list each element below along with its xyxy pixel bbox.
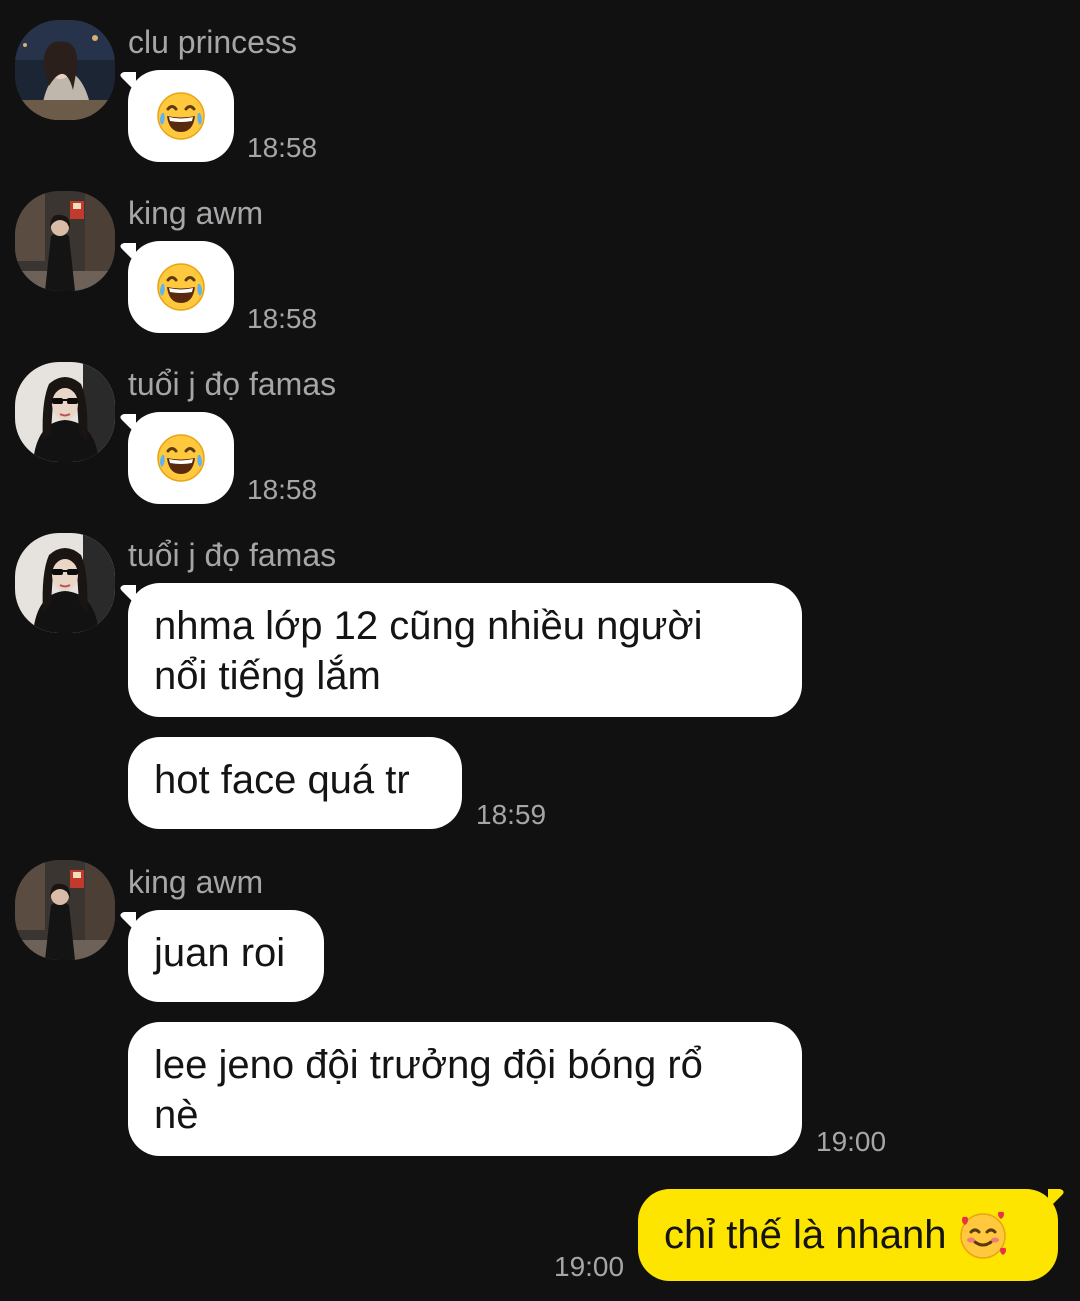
sender-name: clu princess <box>128 24 297 60</box>
avatar-tuoi-j-do-famas[interactable] <box>15 362 115 462</box>
emoji-message-bubble[interactable] <box>128 70 234 162</box>
avatar-tuoi-j-do-famas[interactable] <box>15 533 115 633</box>
message-text: chỉ thế là nhanh <box>664 1213 947 1257</box>
message-time: 18:59 <box>476 799 547 830</box>
message-text: hot face quá tr <box>154 758 410 802</box>
text-message-bubble[interactable]: nhma lớp 12 cũng nhiều người nổi tiếng l… <box>128 583 802 717</box>
avatar-clu-princess[interactable] <box>15 20 115 120</box>
avatar-king-awm[interactable] <box>15 191 115 291</box>
message-text-line: nổi tiếng lắm <box>154 654 381 698</box>
sender-name: tuổi j đọ famas <box>128 537 337 573</box>
text-message-bubble[interactable]: juan roi <box>128 910 324 1002</box>
sender-name: king awm <box>128 864 264 900</box>
laughing-tears-emoji <box>156 433 206 483</box>
emoji-message-bubble[interactable] <box>128 412 234 504</box>
message-time: 19:00 <box>816 1126 887 1157</box>
message-text-line: nhma lớp 12 cũng nhiều người <box>154 604 703 648</box>
message-time: 18:58 <box>247 303 318 334</box>
emoji-message-bubble[interactable] <box>128 241 234 333</box>
bubble-tail <box>1048 1189 1064 1209</box>
message-time: 18:58 <box>247 132 318 163</box>
message-time: 19:00 <box>554 1251 625 1282</box>
laughing-tears-emoji <box>156 91 206 141</box>
avatar-king-awm[interactable] <box>15 860 115 960</box>
message-time: 18:58 <box>247 474 318 505</box>
sender-name: king awm <box>128 195 264 231</box>
text-message-bubble[interactable]: lee jeno đội trưởng đội bóng rổ nè <box>128 1022 802 1156</box>
laughing-tears-emoji <box>156 262 206 312</box>
message-text-line: lee jeno đội trưởng đội bóng rổ <box>154 1043 703 1087</box>
smiling-face-with-hearts-emoji <box>958 1210 1008 1260</box>
message-text-line: nè <box>154 1093 199 1137</box>
message-text: juan roi <box>154 931 286 975</box>
sender-name: tuổi j đọ famas <box>128 366 337 402</box>
my-message-bubble[interactable]: chỉ thế là nhanh <box>638 1189 1058 1281</box>
text-message-bubble[interactable]: hot face quá tr <box>128 737 462 829</box>
